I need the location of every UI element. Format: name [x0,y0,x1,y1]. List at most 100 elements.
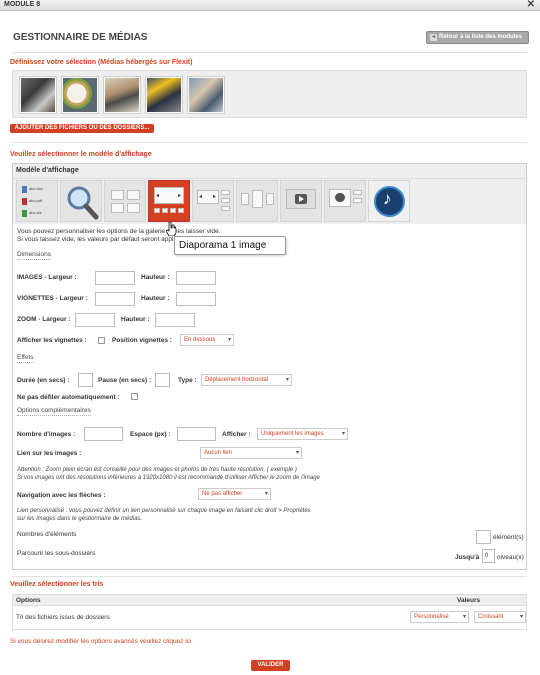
elements-unit: élément(s) [493,534,524,541]
divider [12,576,527,577]
custom-link-note-2: sur les images dans le gestionnaire de m… [17,516,143,522]
pause-input[interactable] [155,373,170,387]
arrow-left-icon: ◂ [199,194,203,200]
carousel-slot [252,190,263,208]
model-zoom[interactable] [60,180,102,222]
nb-images-input[interactable] [84,427,123,441]
thumb-height-input[interactable] [176,292,216,306]
pause-label: Pause (en secs) : [98,377,152,384]
level-input[interactable]: 0 [482,549,495,563]
media-selection-bar [12,70,527,118]
model-audio[interactable]: ♪ [368,180,410,222]
model-video[interactable] [280,180,322,222]
model-carousel[interactable] [236,180,278,222]
help-text-2: Si vous laissez vide, les valeurs par dé… [17,236,195,243]
image-height-label: Hauteur : [141,274,170,281]
zoom-height-input[interactable] [155,313,195,327]
no-autoscroll-checkbox[interactable] [131,393,138,400]
window-titlebar: MODULE 8 ✕ [0,0,540,11]
thumb-position-select[interactable]: En dessous [180,334,234,346]
level-unit: niveau(x) [497,554,524,561]
media-thumb-kitchen[interactable] [20,77,56,113]
side-item [353,198,362,203]
sorting-table-header: Options Valeurs [13,595,526,606]
show-thumbs-checkbox[interactable] [98,337,105,344]
thumb-width-label: VIGNETTES - Largeur : [17,295,88,302]
model-slideshow-side[interactable]: ◂ ▸ [192,180,234,222]
media-thumb-worker[interactable] [146,77,182,113]
media-thumb-people[interactable] [188,77,224,113]
display-model-icon-row: abc.doc abc.pdf abc.xls ◂ ▸ ◂ ▸ ♪ [13,179,526,224]
arrow-left-icon: ◂ [430,34,437,41]
carousel-slot [266,193,274,205]
grid-slot [111,190,124,200]
slide-thumb [178,208,184,213]
selection-section-title: Définissez votre sélection (Médias héber… [10,59,193,66]
sort-type-select[interactable]: Personnalisé [410,611,469,623]
magnifier-icon [67,186,99,220]
spacing-input[interactable] [177,427,216,441]
add-files-button[interactable]: AJOUTER DES FICHIERS OU DES DOSSIERS... [10,124,154,133]
slide-thumb [154,208,160,213]
type-label: Type : [178,377,197,384]
model-slideshow-1-image[interactable]: ◂ ▸ [148,180,190,222]
until-label: Jusqu'à [455,554,480,561]
effects-title: Effets [17,354,34,363]
xls-icon [22,210,27,217]
display-model-section-title: Veuillez sélectionner le modèle d'affich… [10,151,152,158]
duration-label: Durée (en secs) : [17,377,70,384]
thumb-width-input[interactable] [95,292,135,306]
side-item [221,198,230,203]
image-height-input[interactable] [176,271,216,285]
grid-slot [127,203,140,213]
browse-subfolders-label: Parcourir les sous-dossiers [17,550,96,557]
help-text-1: Vous pouvez personnaliser les options de… [17,228,221,235]
display-select[interactable]: Uniquement les images [257,428,348,440]
image-width-label: IMAGES - Largeur : [17,274,77,281]
validate-button[interactable]: VALIDER [251,660,290,671]
nb-elements-input[interactable] [476,530,491,544]
arrow-right-icon: ▸ [213,194,217,200]
link-select[interactable]: Aucun lien [200,447,302,459]
values-column-header: Valeurs [457,597,481,604]
duration-input[interactable] [78,373,93,387]
model-tooltip: Diaporama 1 image [174,236,286,255]
zoom-height-label: Hauteur : [121,316,150,323]
side-item [353,190,362,195]
arrow-right-icon: ▸ [178,193,182,199]
side-item [221,206,230,211]
media-thumb-food[interactable] [62,77,98,113]
carousel-slot [241,193,249,205]
nav-label: Navigation avec les flèches : [17,492,106,499]
display-label: Afficher : [222,431,251,438]
pdf-label: abc.pdf [29,198,43,203]
slide-thumb [170,208,176,213]
back-to-modules-label: Retour à la liste des modules [439,34,523,40]
sort-order-select[interactable]: Croissant [474,611,526,623]
effect-type-select[interactable]: Déplacement horizontal [201,374,292,386]
display-model-panel-title: Modèle d'affichage [13,164,526,179]
nav-select[interactable]: Ne pas afficher [198,488,271,500]
divider [12,142,527,143]
slide-thumb [162,208,168,213]
close-icon[interactable]: ✕ [527,0,535,10]
xls-label: abc.xls [29,210,42,215]
model-video-list[interactable] [324,180,366,222]
media-thumb-person[interactable] [104,77,140,113]
nb-elements-label: Nombres d'éléments [17,531,77,538]
divider [12,52,527,53]
model-document-list[interactable]: abc.doc abc.pdf abc.xls [16,180,58,222]
show-thumbs-label: Afficher les vignettes : [17,337,87,344]
pdf-icon [22,198,27,205]
back-to-modules-button[interactable]: ◂ Retour à la liste des modules [426,31,529,44]
grid-slot [127,190,140,200]
spacing-label: Espace (px) : [130,431,171,438]
thumb-position-label: Position vignettes : [112,337,172,344]
options-title: Options complémentaires [17,407,91,416]
image-width-input[interactable] [95,271,135,285]
page-title: GESTIONNAIRE DE MÉDIAS [13,32,148,43]
model-grid[interactable] [104,180,146,222]
zoom-width-input[interactable] [75,313,115,327]
sorting-table: Options Valeurs Tri des fichiers issus d… [12,594,527,630]
advanced-options-link[interactable]: Si vous désirez modifier les options ava… [10,638,191,645]
